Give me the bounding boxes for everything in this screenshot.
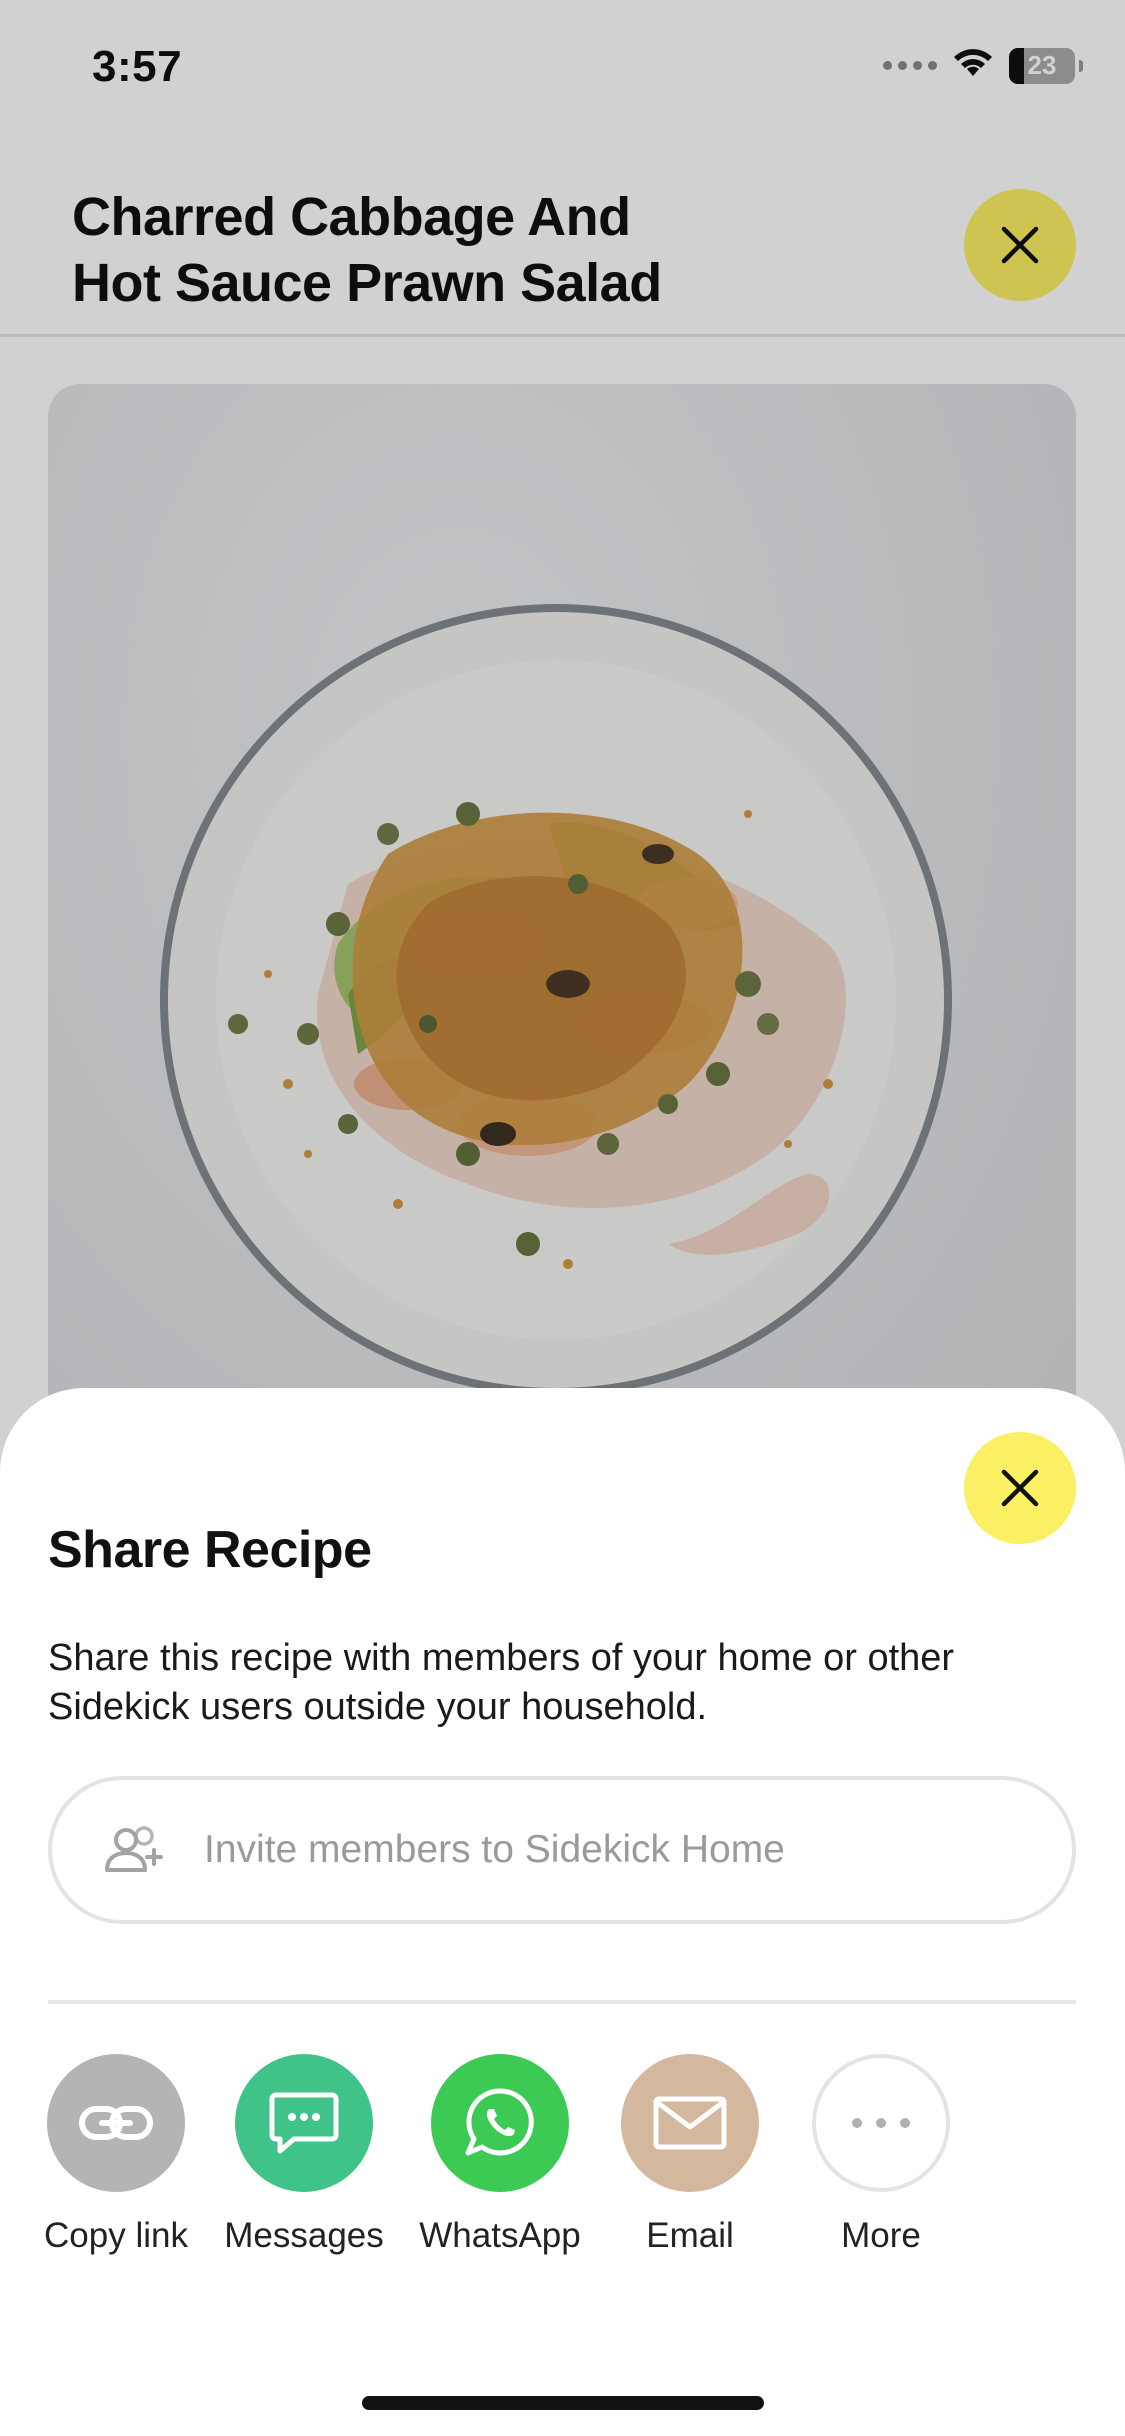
share-option-email[interactable]: Email	[595, 2054, 785, 2256]
share-option-label: Email	[646, 2216, 734, 2255]
share-sheet-title: Share Recipe	[48, 1521, 372, 1579]
share-option-circle[interactable]	[235, 2054, 373, 2192]
invite-input-placeholder: Invite members to Sidekick Home	[204, 1828, 785, 1871]
whatsapp-icon	[465, 2088, 534, 2156]
share-option-label: Copy link	[44, 2216, 188, 2255]
divider	[48, 2000, 1076, 2004]
share-options-row: Copy link Messages WhatsApp Email More	[0, 2054, 1125, 2274]
close-icon	[1001, 1469, 1039, 1507]
share-option-copy-link[interactable]: Copy link	[21, 2054, 211, 2256]
home-indicator[interactable]	[362, 2396, 764, 2410]
more-dots-icon	[852, 2118, 910, 2128]
add-user-icon	[104, 1824, 166, 1876]
share-option-whatsapp[interactable]: WhatsApp	[405, 2054, 595, 2256]
share-option-more[interactable]: More	[786, 2054, 976, 2256]
message-bubble-icon	[269, 2092, 339, 2154]
share-option-circle[interactable]	[431, 2054, 569, 2192]
share-sheet-close-button[interactable]	[964, 1432, 1076, 1544]
share-option-label: More	[841, 2216, 921, 2255]
share-option-label: WhatsApp	[419, 2216, 581, 2255]
share-sheet-description: Share this recipe with members of your h…	[48, 1637, 955, 1728]
share-option-circle[interactable]	[812, 2054, 950, 2192]
share-option-label: Messages	[224, 2216, 384, 2255]
share-option-circle[interactable]	[47, 2054, 185, 2192]
link-icon	[79, 2106, 153, 2140]
share-option-messages[interactable]: Messages	[209, 2054, 399, 2256]
envelope-icon	[653, 2096, 727, 2150]
share-recipe-sheet: Share Recipe Share this recipe with memb…	[0, 1388, 1125, 2436]
share-option-circle[interactable]	[621, 2054, 759, 2192]
invite-members-input[interactable]: Invite members to Sidekick Home	[48, 1776, 1076, 1924]
